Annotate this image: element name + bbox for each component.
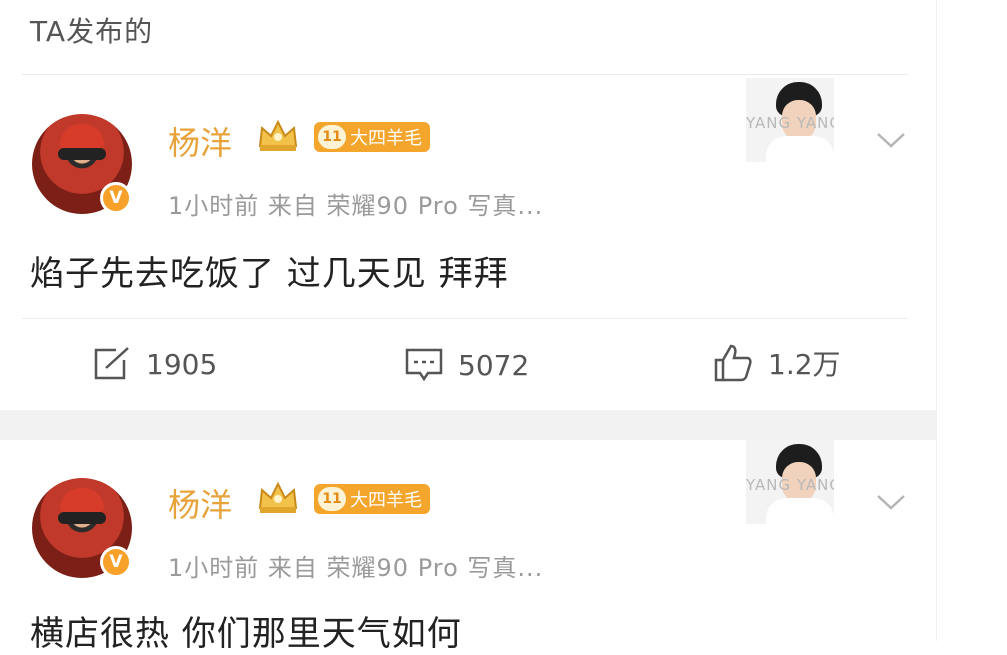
author-name[interactable]: 杨洋 [168, 480, 232, 526]
level-badge[interactable]: 11 大四羊毛 [314, 484, 430, 514]
crown-icon[interactable] [256, 480, 300, 514]
chevron-down-icon[interactable] [874, 484, 908, 518]
profile-card-thumbnail[interactable]: YANG YANG [746, 440, 834, 524]
avatar[interactable]: V [32, 478, 132, 578]
repost-button[interactable]: 1905 [92, 346, 217, 382]
card-watermark: YANG YANG [746, 476, 834, 494]
crown-icon[interactable] [256, 118, 300, 152]
post-text: 焰子先去吃饭了 过几天见 拜拜 [30, 254, 509, 294]
verified-badge: V [100, 182, 132, 214]
profile-card-thumbnail[interactable]: YANG YANG [746, 78, 834, 162]
repost-count: 1905 [146, 347, 218, 381]
post-card[interactable]: V 杨洋 11 大四羊毛 1小时前 来自 荣耀90 Pro 写真... YANG… [0, 440, 936, 654]
comment-count: 5072 [458, 348, 530, 382]
like-count: 1.2万 [768, 348, 841, 381]
post-meta: 1小时前 来自 荣耀90 Pro 写真... [168, 192, 544, 220]
like-icon [714, 344, 752, 382]
level-label: 大四羊毛 [350, 490, 422, 511]
post-separator-band [0, 410, 936, 440]
avatar[interactable]: V [32, 114, 132, 214]
chevron-down-icon[interactable] [874, 122, 908, 156]
post-card[interactable]: V 杨洋 11 大四羊毛 1小时前 来自 荣耀90 Pro 写真... YANG… [0, 0, 936, 410]
repost-icon [94, 347, 129, 380]
verified-badge: V [100, 546, 132, 578]
action-bar: 1905 5072 1.2万 [0, 336, 936, 396]
card-watermark: YANG YANG [746, 114, 834, 132]
level-label: 大四羊毛 [350, 128, 422, 149]
comment-button[interactable]: 5072 [404, 346, 529, 384]
level-number: 11 [318, 125, 346, 149]
comment-icon [405, 348, 443, 382]
level-badge[interactable]: 11 大四羊毛 [314, 122, 430, 152]
post-text: 横店很热 你们那里天气如何 [30, 614, 462, 654]
feed-panel: TA发布的 V 杨洋 11 大四羊毛 1小时前 来自 荣耀90 Pro 写真..… [0, 0, 937, 654]
post-meta: 1小时前 来自 荣耀90 Pro 写真... [168, 554, 544, 582]
author-name[interactable]: 杨洋 [168, 118, 232, 164]
like-button[interactable]: 1.2万 [712, 342, 841, 384]
divider [22, 318, 908, 319]
level-number: 11 [318, 487, 346, 511]
